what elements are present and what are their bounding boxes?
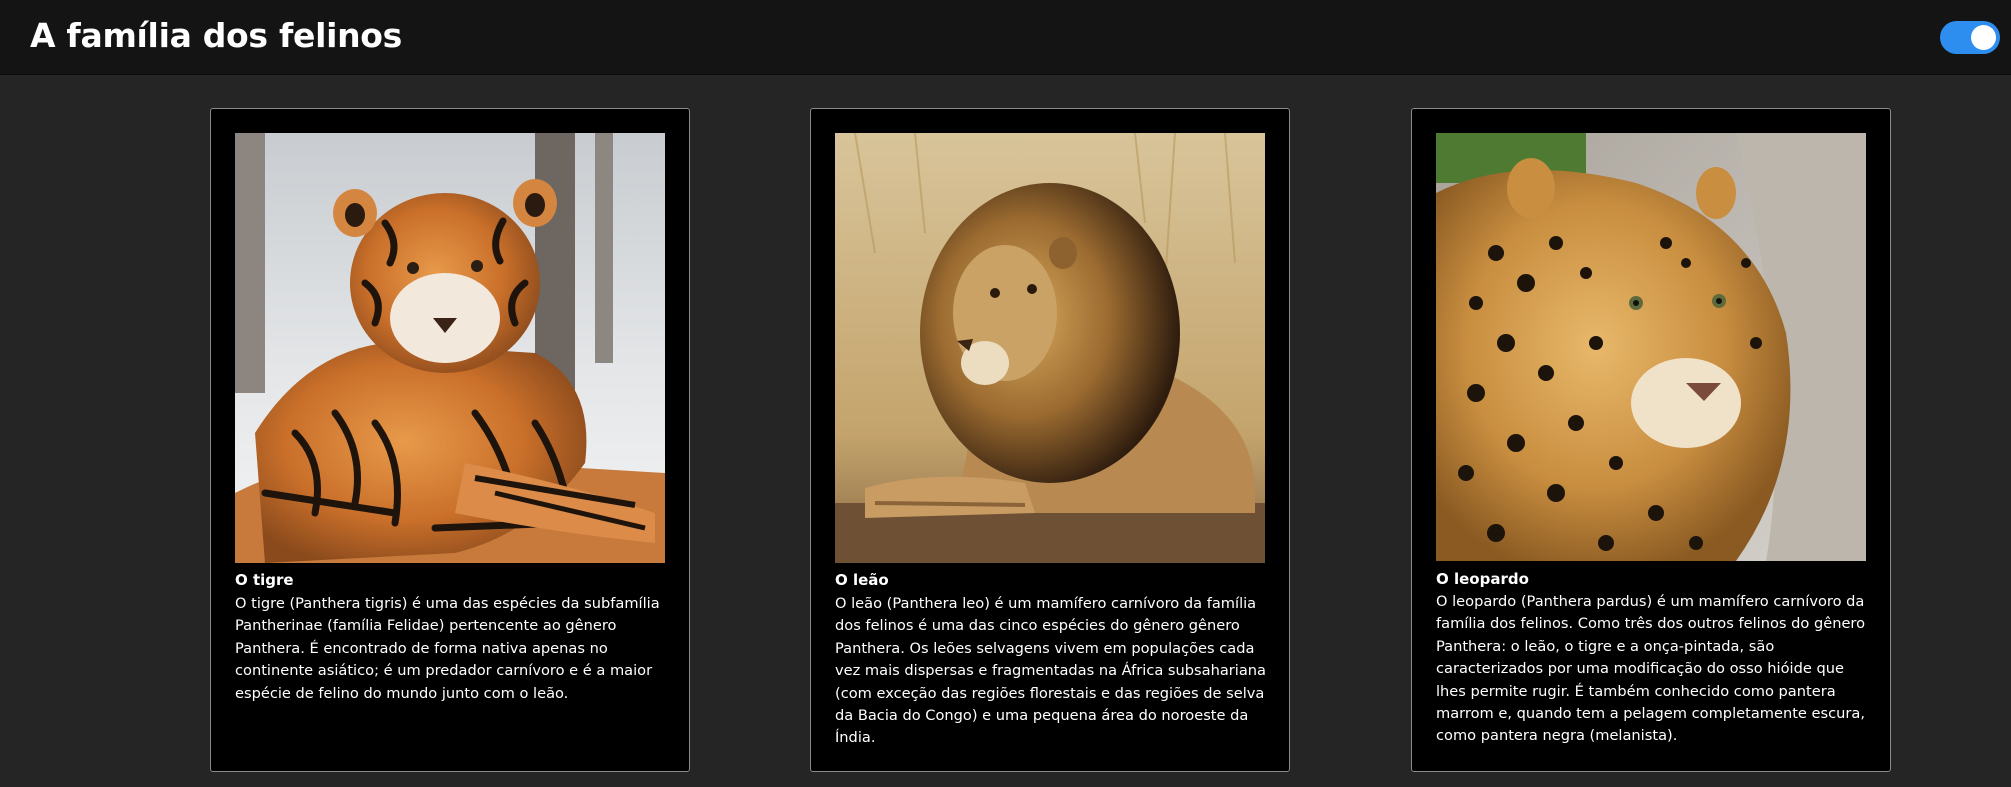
card-title: O leopardo — [1436, 570, 1529, 588]
card-title: O tigre — [235, 571, 294, 589]
toggle-knob — [1971, 25, 1996, 50]
leopard-photo — [1436, 133, 1866, 561]
app-header: A família dos felinos — [0, 0, 2011, 75]
card-description: O leão (Panthera leo) é um mamífero carn… — [835, 595, 1266, 747]
card-leopard: O leopardo O leopardo (Panthera pardus) … — [1411, 108, 1891, 772]
card-description: O tigre (Panthera tigris) é uma das espé… — [235, 595, 660, 702]
card-description: O leopardo (Panthera pardus) é um mamífe… — [1436, 593, 1866, 745]
theme-toggle[interactable] — [1940, 21, 2000, 54]
page-title: A família dos felinos — [30, 16, 403, 55]
card-lion: O leão O leão (Panthera leo) é um mamífe… — [810, 108, 1290, 772]
tiger-photo — [235, 133, 665, 563]
lion-photo — [835, 133, 1265, 563]
card-title: O leão — [835, 571, 889, 589]
card-tiger: O tigre O tigre (Panthera tigris) é uma … — [210, 108, 690, 772]
